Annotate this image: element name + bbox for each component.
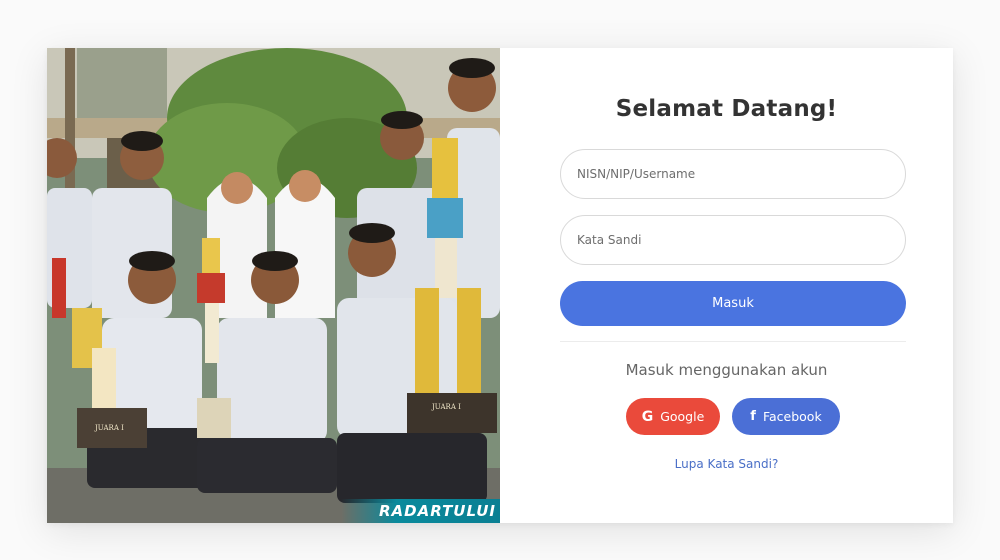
trophy-plaque-right: JUARA I xyxy=(432,403,461,411)
facebook-login-label: Facebook xyxy=(762,409,822,424)
login-card: JUARA I JUARA I RADARTULUI Selamat Datan… xyxy=(47,48,953,523)
google-login-button[interactable]: G Google xyxy=(626,398,720,435)
radartulungagung-watermark: RADARTULUI xyxy=(340,499,500,523)
hero-photo: JUARA I JUARA I RADARTULUI xyxy=(47,48,500,523)
password-field[interactable] xyxy=(560,215,906,265)
login-button[interactable]: Masuk xyxy=(560,281,906,326)
google-icon: G xyxy=(641,408,654,425)
social-login-heading: Masuk menggunakan akun xyxy=(625,361,828,379)
forgot-password-link[interactable]: Lupa Kata Sandi? xyxy=(500,457,953,471)
trophy-plaque-left: JUARA I xyxy=(95,424,124,432)
watermark-text: RADARTULUI xyxy=(378,502,496,520)
username-field[interactable] xyxy=(560,149,906,199)
students-with-trophies-illustration xyxy=(47,48,500,523)
google-login-label: Google xyxy=(660,409,705,424)
login-form: Selamat Datang! Masuk Masuk menggunakan … xyxy=(500,48,953,523)
password-input[interactable] xyxy=(577,233,905,247)
facebook-icon: f xyxy=(750,409,756,424)
page-title: Selamat Datang! xyxy=(615,96,838,122)
facebook-login-button[interactable]: f Facebook xyxy=(732,398,840,435)
divider xyxy=(560,341,906,342)
username-input[interactable] xyxy=(577,167,905,181)
login-button-label: Masuk xyxy=(712,296,754,311)
